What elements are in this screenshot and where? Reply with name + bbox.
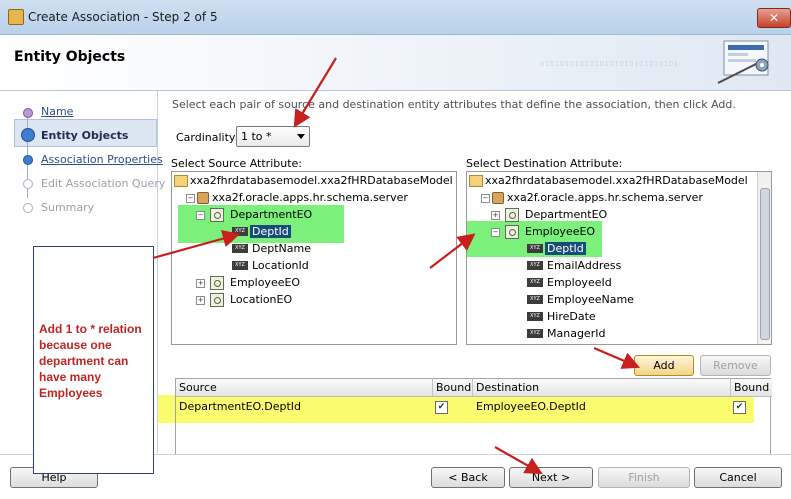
entity-object-icon bbox=[210, 276, 224, 290]
source-attribute-label: Select Source Attribute: bbox=[171, 157, 302, 170]
step-dot-name bbox=[23, 108, 33, 118]
destination-package-node[interactable]: xxa2f.oracle.apps.hr.schema.server bbox=[507, 191, 703, 204]
source-attr-locationid[interactable]: LocationId bbox=[252, 259, 309, 272]
page-title: Entity Objects bbox=[14, 49, 126, 65]
step-name-link[interactable]: Name bbox=[41, 105, 73, 118]
step-dot-edit-query bbox=[23, 179, 33, 189]
instructions-text: Select each pair of source and destinati… bbox=[172, 98, 736, 111]
destination-attr-employeeid[interactable]: EmployeeId bbox=[547, 276, 612, 289]
step-dot-summary bbox=[23, 203, 33, 213]
destination-attr-employeename[interactable]: EmployeeName bbox=[547, 293, 634, 306]
destination-attr-hiredate[interactable]: HireDate bbox=[547, 310, 596, 323]
source-package-node[interactable]: xxa2f.oracle.apps.hr.schema.server bbox=[212, 191, 408, 204]
destination-root-node[interactable]: xxa2fhrdatabasemodel.xxa2fHRDatabaseMode… bbox=[485, 174, 748, 187]
destination-attr-emailaddress[interactable]: EmailAddress bbox=[547, 259, 621, 272]
cardinality-select[interactable]: 1 to * bbox=[236, 126, 310, 147]
arrow-to-add-button bbox=[593, 346, 641, 369]
source-attribute-tree[interactable]: xxa2fhrdatabasemodel.xxa2fHRDatabaseMode… bbox=[171, 171, 457, 345]
collapse-icon[interactable]: − bbox=[196, 211, 205, 220]
destination-eo-employee[interactable]: EmployeeEO bbox=[525, 225, 595, 238]
close-button[interactable]: ✕ bbox=[757, 8, 791, 28]
attribute-icon: XYZ bbox=[527, 261, 543, 270]
header-binary-decoration: 0101010101010101010101010101 bbox=[540, 60, 679, 68]
expand-icon[interactable]: + bbox=[196, 279, 205, 288]
title-bar: Create Association - Step 2 of 5 ✕ bbox=[0, 0, 791, 35]
attribute-icon: XYZ bbox=[527, 295, 543, 304]
attribute-icon: XYZ bbox=[527, 278, 543, 287]
folder-icon bbox=[469, 175, 483, 187]
source-eo-department[interactable]: DepartmentEO bbox=[230, 208, 312, 221]
column-header-destination[interactable]: Destination bbox=[473, 379, 731, 397]
wizard-header: Entity Objects 0101010101010101010101010… bbox=[0, 35, 791, 91]
step-dot-association-properties bbox=[23, 155, 33, 165]
attribute-icon: XYZ bbox=[527, 312, 543, 321]
finish-button: Finish bbox=[598, 467, 690, 488]
cancel-button[interactable]: Cancel bbox=[694, 467, 782, 488]
remove-button: Remove bbox=[700, 355, 771, 376]
package-icon bbox=[492, 192, 504, 204]
package-icon bbox=[197, 192, 209, 204]
entity-object-icon bbox=[505, 225, 519, 239]
window-title: Create Association - Step 2 of 5 bbox=[28, 10, 218, 24]
step-summary: Summary bbox=[41, 201, 95, 214]
expand-icon[interactable]: + bbox=[491, 211, 500, 220]
destination-attribute-label: Select Destination Attribute: bbox=[466, 157, 623, 170]
wizard-graphic-icon bbox=[717, 40, 769, 84]
column-header-destination-bound[interactable]: Bound bbox=[731, 379, 772, 397]
destination-attr-deptid[interactable]: DeptId bbox=[545, 242, 586, 255]
app-icon bbox=[8, 9, 24, 25]
attribute-icon: XYZ bbox=[232, 261, 248, 270]
annotation-note: Add 1 to * relation because one departme… bbox=[33, 246, 154, 474]
folder-icon bbox=[174, 175, 188, 187]
scrollbar-thumb[interactable] bbox=[760, 188, 770, 340]
destination-scrollbar[interactable] bbox=[757, 172, 771, 344]
destination-eo-department[interactable]: DepartmentEO bbox=[525, 208, 607, 221]
expand-icon[interactable]: + bbox=[196, 296, 205, 305]
source-eo-employee[interactable]: EmployeeEO bbox=[230, 276, 300, 289]
add-button[interactable]: Add bbox=[634, 355, 694, 376]
step-edit-association-query: Edit Association Query bbox=[41, 177, 166, 190]
column-header-source-bound[interactable]: Bound bbox=[433, 379, 473, 397]
entity-object-icon bbox=[210, 293, 224, 307]
chevron-down-icon bbox=[297, 134, 305, 139]
back-button[interactable]: < Back bbox=[431, 467, 505, 488]
annotation-text: Add 1 to * relation because one departme… bbox=[39, 322, 142, 400]
destination-bound-checkbox[interactable]: ✔ bbox=[733, 401, 746, 414]
cardinality-value: 1 to * bbox=[241, 130, 272, 143]
attribute-icon: XYZ bbox=[232, 227, 248, 236]
collapse-icon[interactable]: − bbox=[186, 194, 195, 203]
destination-attr-managerid[interactable]: ManagerId bbox=[547, 327, 605, 340]
source-attr-deptid[interactable]: DeptId bbox=[250, 225, 291, 238]
attribute-pairs-table[interactable]: Source Bound Destination Bound Departmen… bbox=[175, 378, 772, 460]
collapse-icon[interactable]: − bbox=[491, 228, 500, 237]
source-attr-deptname[interactable]: DeptName bbox=[252, 242, 311, 255]
column-header-source[interactable]: Source bbox=[176, 379, 433, 397]
destination-attribute-tree[interactable]: xxa2fhrdatabasemodel.xxa2fHRDatabaseMode… bbox=[466, 171, 772, 345]
step-association-properties-link[interactable]: Association Properties bbox=[41, 153, 163, 166]
collapse-icon[interactable]: − bbox=[481, 194, 490, 203]
step-entity-objects[interactable]: Entity Objects bbox=[41, 129, 128, 142]
source-bound-checkbox[interactable]: ✔ bbox=[435, 401, 448, 414]
row-destination-cell[interactable]: EmployeeEO.DeptId bbox=[473, 399, 586, 415]
attribute-icon: XYZ bbox=[527, 244, 543, 253]
row-source-cell[interactable]: DepartmentEO.DeptId bbox=[176, 399, 301, 415]
next-button[interactable]: Next > bbox=[509, 467, 593, 488]
attribute-icon: XYZ bbox=[527, 329, 543, 338]
source-eo-location[interactable]: LocationEO bbox=[230, 293, 292, 306]
entity-object-icon bbox=[505, 208, 519, 222]
cardinality-label: Cardinality: bbox=[176, 131, 239, 144]
step-dot-entity-objects bbox=[21, 128, 35, 142]
attribute-icon: XYZ bbox=[232, 244, 248, 253]
source-root-node[interactable]: xxa2fhrdatabasemodel.xxa2fHRDatabaseMode… bbox=[190, 174, 453, 187]
entity-object-icon bbox=[210, 208, 224, 222]
